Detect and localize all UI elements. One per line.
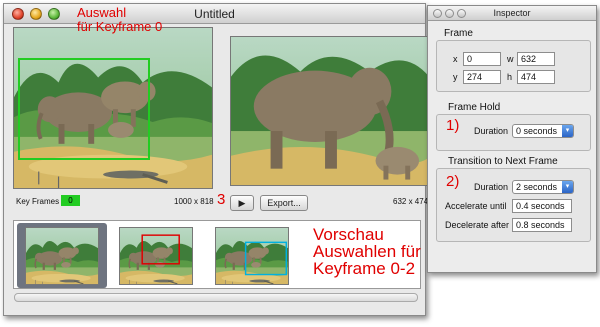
play-button[interactable]: ▶	[230, 195, 254, 211]
keyframe-thumbnail[interactable]	[25, 227, 99, 285]
horizontal-scrollbar[interactable]	[14, 293, 418, 302]
annotation-line: für Keyframe 0	[77, 18, 163, 34]
keyframe-thumbnail[interactable]	[215, 227, 289, 285]
inspector-window: Inspector Frame x 0 w 632 y 274 h 474 Fr…	[427, 5, 597, 273]
x-field[interactable]: 0	[463, 52, 501, 66]
inspector-title: Inspector	[493, 8, 531, 18]
key-frames-count: 0	[61, 195, 80, 206]
x-label: x	[453, 54, 458, 64]
frame-preview-view	[230, 36, 430, 186]
transition-duration-popup[interactable]: 2 seconds ▾	[512, 180, 574, 194]
keyframe-selection-rect[interactable]	[18, 58, 150, 160]
thumbnail-image	[120, 228, 193, 285]
thumbnail-image	[26, 228, 99, 285]
frame-preview-image	[231, 37, 429, 186]
popup-arrow-icon: ▾	[562, 125, 573, 137]
y-label: y	[453, 72, 458, 82]
decelerate-label: Decelerate after	[445, 220, 510, 230]
w-field[interactable]: 632	[517, 52, 555, 66]
accelerate-label: Accelerate until	[445, 201, 507, 211]
transition-duration-label: Duration	[474, 182, 509, 192]
key-frames-label: Key Frames	[16, 197, 60, 206]
window-title: Untitled	[194, 7, 235, 21]
frame-dimensions: 632 x 474	[393, 197, 429, 206]
h-label: h	[507, 72, 513, 82]
frame-section-title: Frame	[444, 28, 473, 39]
w-label: w	[507, 54, 514, 64]
hold-duration-popup[interactable]: 0 seconds ▾	[512, 124, 574, 138]
source-image-view[interactable]	[13, 27, 213, 189]
hold-duration-value: 0 seconds	[516, 126, 558, 136]
inspector-titlebar[interactable]: Inspector	[428, 6, 596, 21]
export-button[interactable]: Export...	[260, 195, 308, 211]
h-field[interactable]: 474	[517, 70, 555, 84]
frame-hold-section-title: Frame Hold	[448, 102, 501, 113]
thumbnail-image	[216, 228, 289, 285]
annotation-line: Auswahlen für	[313, 242, 421, 261]
transition-section-title: Transition to Next Frame	[448, 156, 558, 167]
annotation-line: Auswahl	[77, 5, 127, 20]
annotation-selection: Auswahl für Keyframe 0	[77, 6, 162, 33]
annotation-line: Keyframe 0-2	[313, 259, 416, 278]
keyframe-thumbnail[interactable]	[119, 227, 193, 285]
annotation-preview: Vorschau Auswahlen für Keyframe 0-2	[313, 226, 421, 277]
main-titlebar[interactable]: Untitled	[4, 4, 425, 24]
annotation-three: 3	[217, 191, 226, 208]
annotation-one: 1)	[446, 117, 460, 134]
annotation-two: 2)	[446, 173, 460, 190]
hold-duration-label: Duration	[474, 126, 509, 136]
annotation-line: Vorschau	[313, 225, 384, 244]
transition-duration-value: 2 seconds	[516, 182, 558, 192]
y-field[interactable]: 274	[463, 70, 501, 84]
accelerate-field[interactable]: 0.4 seconds	[512, 199, 572, 213]
frame-group	[436, 40, 591, 92]
popup-arrow-icon: ▾	[562, 181, 573, 193]
source-dimensions: 1000 x 818	[174, 197, 214, 206]
decelerate-field[interactable]: 0.8 seconds	[512, 218, 572, 232]
